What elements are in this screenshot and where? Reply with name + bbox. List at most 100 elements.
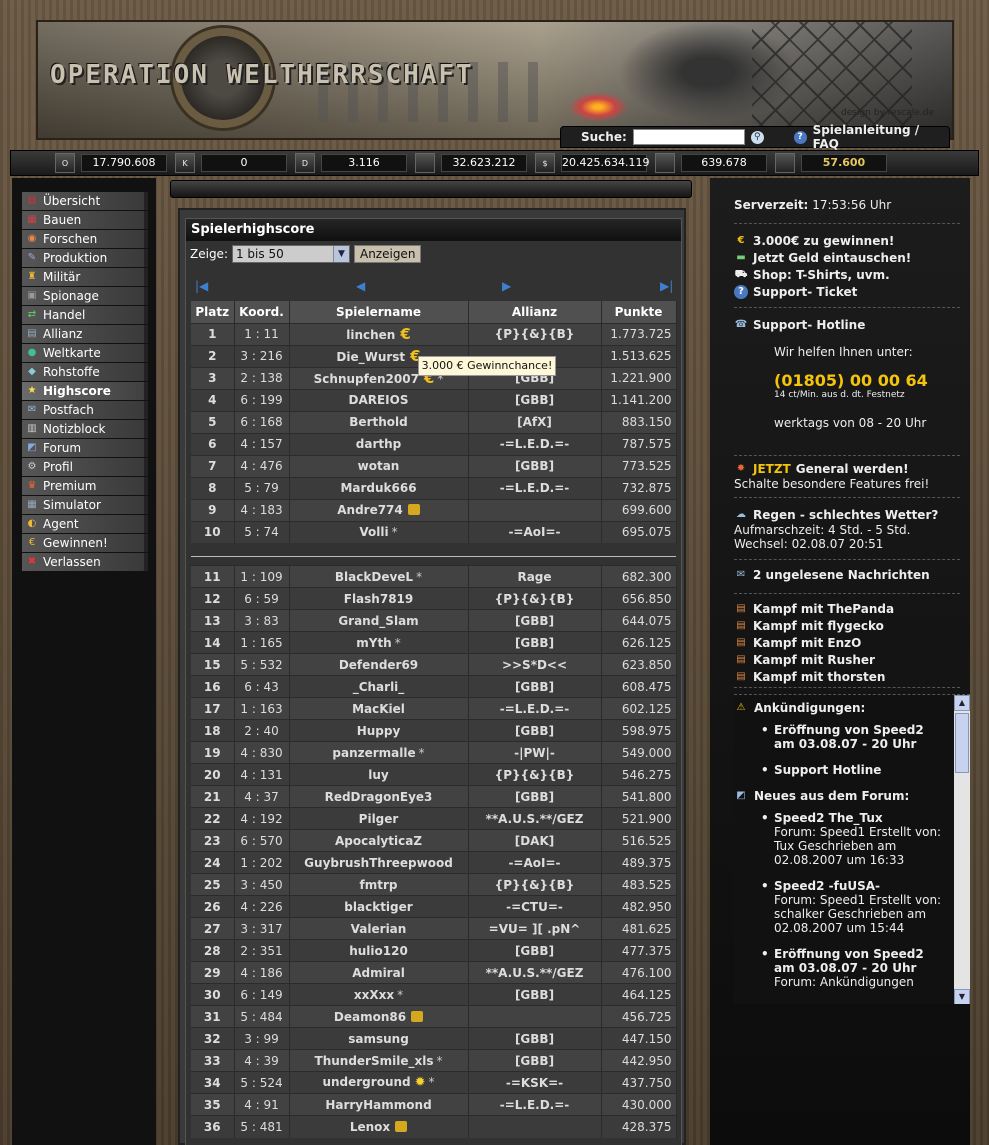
table-row[interactable]: 30 6 : 149 xxXxx * [GBB] 464.125 bbox=[191, 983, 677, 1006]
table-row[interactable]: 32 3 : 99 samsung [GBB] 447.150 bbox=[191, 1027, 677, 1050]
cell-alliance[interactable]: -=CTU=- bbox=[468, 895, 602, 918]
cell-koord[interactable]: 1 : 109 bbox=[234, 565, 290, 588]
general-promo[interactable]: ✸ JETZT General werden! Schalte besondere … bbox=[734, 460, 960, 498]
cell-alliance[interactable]: [GBB] bbox=[468, 631, 602, 654]
table-row[interactable]: 28 2 : 351 hulio120 [GBB] 477.375 bbox=[191, 939, 677, 962]
player-name-link[interactable]: Schnupfen2007 bbox=[314, 372, 419, 386]
column-header-name[interactable]: Spielername bbox=[289, 301, 469, 323]
player-name-link[interactable]: MacKiel bbox=[352, 702, 405, 716]
table-row[interactable]: 27 3 : 317 Valerian =VU= ][ .pN^ 481.625 bbox=[191, 917, 677, 940]
cell-alliance[interactable]: -=AoI=- bbox=[468, 851, 602, 874]
player-name-link[interactable]: darthp bbox=[356, 437, 401, 451]
cell-koord[interactable]: 4 : 91 bbox=[234, 1093, 290, 1116]
cell-alliance[interactable]: -=AoI=- bbox=[468, 520, 602, 543]
table-row[interactable]: 22 4 : 192 Pilger **A.U.S.**/GEZ 521.900 bbox=[191, 807, 677, 830]
player-name-link[interactable]: Defender69 bbox=[339, 658, 418, 672]
table-row[interactable]: 18 2 : 40 Huppy [GBB] 598.975 bbox=[191, 719, 677, 742]
table-row[interactable]: 10 5 : 74 Volli * -=AoI=- 695.075 bbox=[191, 520, 677, 543]
cell-koord[interactable]: 4 : 183 bbox=[234, 498, 290, 521]
player-name-link[interactable]: panzermalle bbox=[332, 746, 415, 760]
cell-koord[interactable]: 3 : 216 bbox=[234, 344, 290, 367]
promo-exchange-link[interactable]: ▬ Jetzt Geld eintauschen! bbox=[734, 249, 960, 266]
table-row[interactable]: 29 4 : 186 Admiral **A.U.S.**/GEZ 476.100 bbox=[191, 961, 677, 984]
cell-alliance[interactable]: [GBB] bbox=[468, 675, 602, 698]
table-row[interactable]: 13 3 : 83 Grand_Slam [GBB] 644.075 bbox=[191, 609, 677, 632]
table-row[interactable]: 20 4 : 131 luy {P}{&}{B} 546.275 bbox=[191, 763, 677, 786]
fight-report-link[interactable]: ▤ Kampf mit thorsten bbox=[734, 668, 960, 685]
nav-item[interactable]: ◆ Rohstoffe bbox=[22, 363, 148, 381]
announcement-item[interactable]: Eröffnung von Speed2 am 03.08.07 - 20 Uh… bbox=[761, 723, 944, 751]
cell-koord[interactable]: 4 : 39 bbox=[234, 1049, 290, 1072]
table-row[interactable]: 16 6 : 43 _Charli_ [GBB] 608.475 bbox=[191, 675, 677, 698]
table-row[interactable]: 94 : 183 Andre774 699.600 bbox=[191, 498, 677, 521]
player-name-link[interactable]: Volli bbox=[359, 525, 388, 539]
cell-alliance[interactable]: {P}{&}{B} bbox=[468, 322, 602, 345]
cell-alliance[interactable]: [DAK] bbox=[468, 829, 602, 852]
previous-page-icon[interactable]: ◀ bbox=[356, 279, 365, 293]
player-name-link[interactable]: Lenox bbox=[350, 1120, 390, 1134]
cell-alliance[interactable]: {P}{&}{B} bbox=[468, 873, 602, 896]
nav-item[interactable]: ✎ Produktion bbox=[22, 249, 148, 267]
cell-alliance[interactable]: [GBB] bbox=[468, 983, 602, 1006]
player-name-link[interactable]: underground bbox=[322, 1075, 410, 1089]
cell-alliance[interactable] bbox=[468, 1005, 602, 1028]
forum-post[interactable]: Speed2 -fuUSA-Forum: Speed1 Erstellt von… bbox=[761, 879, 944, 935]
cell-alliance[interactable] bbox=[468, 498, 602, 521]
fight-report-link[interactable]: ▤ Kampf mit Rusher bbox=[734, 651, 960, 668]
cell-koord[interactable]: 1 : 11 bbox=[234, 322, 290, 345]
cell-koord[interactable]: 5 : 524 bbox=[234, 1071, 290, 1094]
cell-koord[interactable]: 5 : 79 bbox=[234, 476, 290, 499]
fight-report-link[interactable]: ▤ Kampf mit ThePanda bbox=[734, 600, 960, 617]
cell-alliance[interactable]: **A.U.S.**/GEZ bbox=[468, 807, 602, 830]
search-icon[interactable]: ⚲ bbox=[750, 130, 764, 144]
column-header-koord[interactable]: Koord. bbox=[234, 301, 290, 323]
player-name-link[interactable]: hulio120 bbox=[349, 944, 408, 958]
cell-koord[interactable]: 4 : 131 bbox=[234, 763, 290, 786]
cell-alliance[interactable]: >>S*D<< bbox=[468, 653, 602, 676]
cell-koord[interactable]: 5 : 481 bbox=[234, 1115, 290, 1138]
table-row[interactable]: 56 : 168 Berthold [AfX] 883.150 bbox=[191, 410, 677, 433]
player-name-link[interactable]: Marduk666 bbox=[340, 481, 416, 495]
cell-koord[interactable]: 6 : 168 bbox=[234, 410, 290, 433]
table-row[interactable]: 26 4 : 226 blacktiger -=CTU=- 482.950 bbox=[191, 895, 677, 918]
cell-alliance[interactable]: -=L.E.D.=- bbox=[468, 1093, 602, 1116]
nav-item[interactable]: ♜ Militär bbox=[22, 268, 148, 286]
table-row[interactable]: 35 4 : 91 HarryHammond -=L.E.D.=- 430.000 bbox=[191, 1093, 677, 1116]
player-name-link[interactable]: fmtrp bbox=[360, 878, 398, 892]
player-name-link[interactable]: Huppy bbox=[357, 724, 401, 738]
help-link[interactable]: Spielanleitung / FAQ bbox=[813, 123, 949, 151]
player-name-link[interactable]: ThunderSmile_xls bbox=[315, 1054, 434, 1068]
player-name-link[interactable]: RedDragonEye3 bbox=[325, 790, 433, 804]
cell-koord[interactable]: 6 : 59 bbox=[234, 587, 290, 610]
cell-koord[interactable]: 1 : 163 bbox=[234, 697, 290, 720]
cell-koord[interactable]: 4 : 186 bbox=[234, 961, 290, 984]
nav-item[interactable]: ▣ Spionage bbox=[22, 287, 148, 305]
table-row[interactable]: 23 6 : 570 ApocalyticaZ [DAK] 516.525 bbox=[191, 829, 677, 852]
forum-post[interactable]: Eröffnung von Speed2 am 03.08.07 - 20 Uh… bbox=[761, 947, 944, 989]
cell-alliance[interactable]: [GBB] bbox=[468, 454, 602, 477]
nav-item[interactable]: ▤ Übersicht bbox=[22, 192, 148, 210]
promo-shop-link[interactable]: ⛟ Shop: T-Shirts, uvm. bbox=[734, 266, 960, 283]
cell-koord[interactable]: 5 : 484 bbox=[234, 1005, 290, 1028]
cell-alliance[interactable]: -=L.E.D.=- bbox=[468, 432, 602, 455]
player-name-link[interactable]: Deamon86 bbox=[334, 1010, 406, 1024]
nav-item[interactable]: ⚙ Profil bbox=[22, 458, 148, 476]
promo-win-link[interactable]: €3.000€ zu gewinnen! bbox=[734, 232, 960, 249]
cell-koord[interactable]: 3 : 99 bbox=[234, 1027, 290, 1050]
nav-item[interactable]: ◐ Agent bbox=[22, 515, 148, 533]
cell-alliance[interactable]: [GBB] bbox=[468, 785, 602, 808]
nav-item[interactable]: € Gewinnen! bbox=[22, 534, 148, 552]
cell-alliance[interactable]: [GBB] bbox=[468, 388, 602, 411]
show-button[interactable]: Anzeigen bbox=[353, 245, 422, 263]
table-row[interactable]: 34 5 : 524 underground ✹ * -=KSK=- 437.750 bbox=[191, 1071, 677, 1094]
player-name-link[interactable]: samsung bbox=[348, 1032, 409, 1046]
nav-item[interactable]: ⇄ Handel bbox=[22, 306, 148, 324]
cell-koord[interactable]: 4 : 830 bbox=[234, 741, 290, 764]
table-row[interactable]: 85 : 79 Marduk666 -=L.E.D.=- 732.875 bbox=[191, 476, 677, 499]
player-name-link[interactable]: Andre774 bbox=[337, 503, 403, 517]
column-header-points[interactable]: Punkte bbox=[601, 301, 677, 323]
cell-koord[interactable]: 4 : 192 bbox=[234, 807, 290, 830]
player-name-link[interactable]: blacktiger bbox=[344, 900, 412, 914]
scroll-thumb[interactable] bbox=[955, 713, 969, 773]
cell-alliance[interactable]: **A.U.S.**/GEZ bbox=[468, 961, 602, 984]
